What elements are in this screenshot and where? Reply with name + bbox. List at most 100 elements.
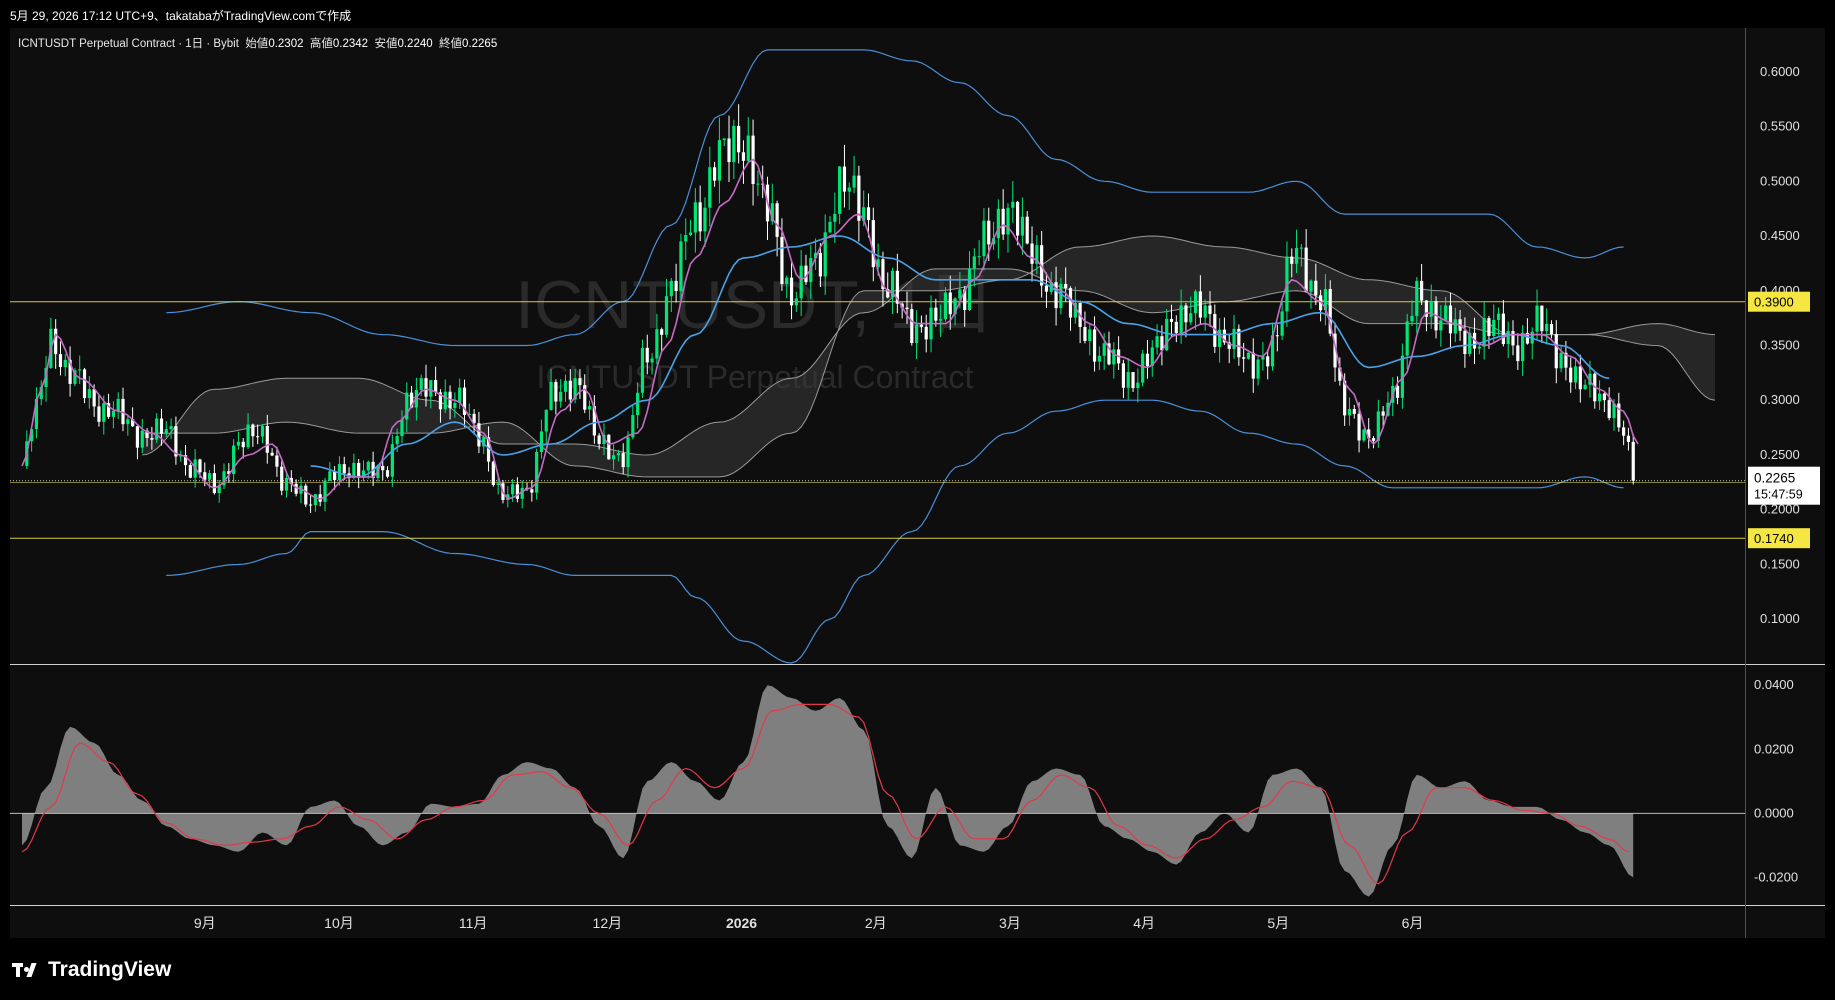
candle[interactable] xyxy=(1131,372,1135,392)
candle[interactable] xyxy=(737,104,741,164)
candle[interactable] xyxy=(1545,308,1549,345)
candle[interactable] xyxy=(717,117,722,204)
candle[interactable] xyxy=(1521,324,1525,376)
candle[interactable] xyxy=(1112,342,1116,379)
candle[interactable] xyxy=(361,460,366,482)
candle[interactable] xyxy=(520,480,524,509)
chart-frame[interactable]: ICNTUSDT, 1日 ICNTUSDT Perpetual Contract… xyxy=(10,28,1825,938)
candle[interactable] xyxy=(212,464,216,495)
candle[interactable] xyxy=(116,392,120,420)
candle[interactable] xyxy=(280,460,284,496)
candle[interactable] xyxy=(183,445,188,476)
candle[interactable] xyxy=(222,463,226,490)
candle[interactable] xyxy=(1136,368,1140,403)
candle[interactable] xyxy=(63,354,67,377)
candle[interactable] xyxy=(121,387,125,432)
candle[interactable] xyxy=(135,425,140,460)
candle[interactable] xyxy=(1237,324,1241,366)
candle[interactable] xyxy=(1405,313,1409,370)
candle[interactable] xyxy=(587,400,592,421)
candle[interactable] xyxy=(1540,305,1544,343)
candle[interactable] xyxy=(126,415,130,436)
candle[interactable] xyxy=(328,462,332,482)
candle[interactable] xyxy=(318,484,322,507)
candle[interactable] xyxy=(1477,344,1481,355)
candle[interactable] xyxy=(1020,197,1025,255)
candle[interactable] xyxy=(385,466,390,479)
candle[interactable] xyxy=(1602,392,1606,413)
candle[interactable] xyxy=(97,395,101,427)
candle[interactable] xyxy=(1121,359,1126,399)
candle[interactable] xyxy=(732,119,736,179)
candle[interactable] xyxy=(722,138,726,147)
candle[interactable] xyxy=(607,434,611,460)
candle[interactable] xyxy=(169,418,173,440)
candle[interactable] xyxy=(828,216,832,234)
candle[interactable] xyxy=(1117,336,1121,370)
candle[interactable] xyxy=(1583,379,1587,390)
candle[interactable] xyxy=(308,495,313,513)
candle[interactable] xyxy=(1174,315,1178,343)
candle[interactable] xyxy=(1593,371,1597,409)
candle[interactable] xyxy=(1126,358,1130,400)
candle[interactable] xyxy=(1011,181,1015,223)
candle[interactable] xyxy=(1232,314,1236,359)
candle[interactable] xyxy=(58,341,63,376)
candle[interactable] xyxy=(1218,318,1222,363)
candle[interactable] xyxy=(390,434,394,487)
candle[interactable] xyxy=(1097,346,1101,371)
last-price-tag[interactable]: 0.2265 15:47:59 xyxy=(1748,466,1820,505)
candle[interactable] xyxy=(838,165,842,225)
candle[interactable] xyxy=(727,115,731,182)
candle[interactable] xyxy=(688,219,693,237)
candle[interactable] xyxy=(640,339,645,399)
candle[interactable] xyxy=(1622,420,1626,446)
candle[interactable] xyxy=(217,479,221,503)
candle[interactable] xyxy=(342,456,346,480)
candle[interactable] xyxy=(775,200,779,257)
candle[interactable] xyxy=(1266,349,1270,380)
candle[interactable] xyxy=(1193,289,1198,330)
candle[interactable] xyxy=(1145,339,1150,379)
candle[interactable] xyxy=(698,185,702,242)
candle[interactable] xyxy=(852,155,856,194)
candle[interactable] xyxy=(1501,300,1505,347)
candle[interactable] xyxy=(251,423,255,447)
candle[interactable] xyxy=(1511,320,1515,356)
candle[interactable] xyxy=(131,407,135,427)
candle[interactable] xyxy=(1420,263,1424,305)
candle[interactable] xyxy=(78,355,82,385)
candle[interactable] xyxy=(554,379,558,415)
candle[interactable] xyxy=(592,395,596,444)
candle[interactable] xyxy=(260,423,265,444)
candle[interactable] xyxy=(539,419,544,459)
candle[interactable] xyxy=(684,218,688,260)
candle[interactable] xyxy=(746,117,750,162)
candle[interactable] xyxy=(1535,289,1539,340)
candle[interactable] xyxy=(111,401,115,429)
candle[interactable] xyxy=(155,413,159,443)
candle[interactable] xyxy=(1482,301,1486,360)
candle[interactable] xyxy=(323,477,327,512)
candle[interactable] xyxy=(1246,352,1251,360)
candle[interactable] xyxy=(741,140,746,184)
candle[interactable] xyxy=(1025,211,1029,245)
tradingview-logo[interactable]: TradingView xyxy=(12,958,171,982)
candle[interactable] xyxy=(1150,340,1154,377)
candle[interactable] xyxy=(366,460,370,479)
candle[interactable] xyxy=(236,431,241,450)
candle[interactable] xyxy=(232,439,236,483)
candle[interactable] xyxy=(1434,296,1438,339)
candle[interactable] xyxy=(1578,354,1582,403)
candle[interactable] xyxy=(977,240,981,266)
candle[interactable] xyxy=(535,448,539,500)
candle[interactable] xyxy=(842,144,847,208)
candle[interactable] xyxy=(693,188,697,253)
candle[interactable] xyxy=(1573,357,1578,390)
candle[interactable] xyxy=(1352,404,1356,419)
candle[interactable] xyxy=(1256,356,1260,386)
candle[interactable] xyxy=(756,170,760,197)
candle[interactable] xyxy=(1516,333,1520,370)
candle[interactable] xyxy=(304,483,308,507)
candle[interactable] xyxy=(1424,300,1429,332)
